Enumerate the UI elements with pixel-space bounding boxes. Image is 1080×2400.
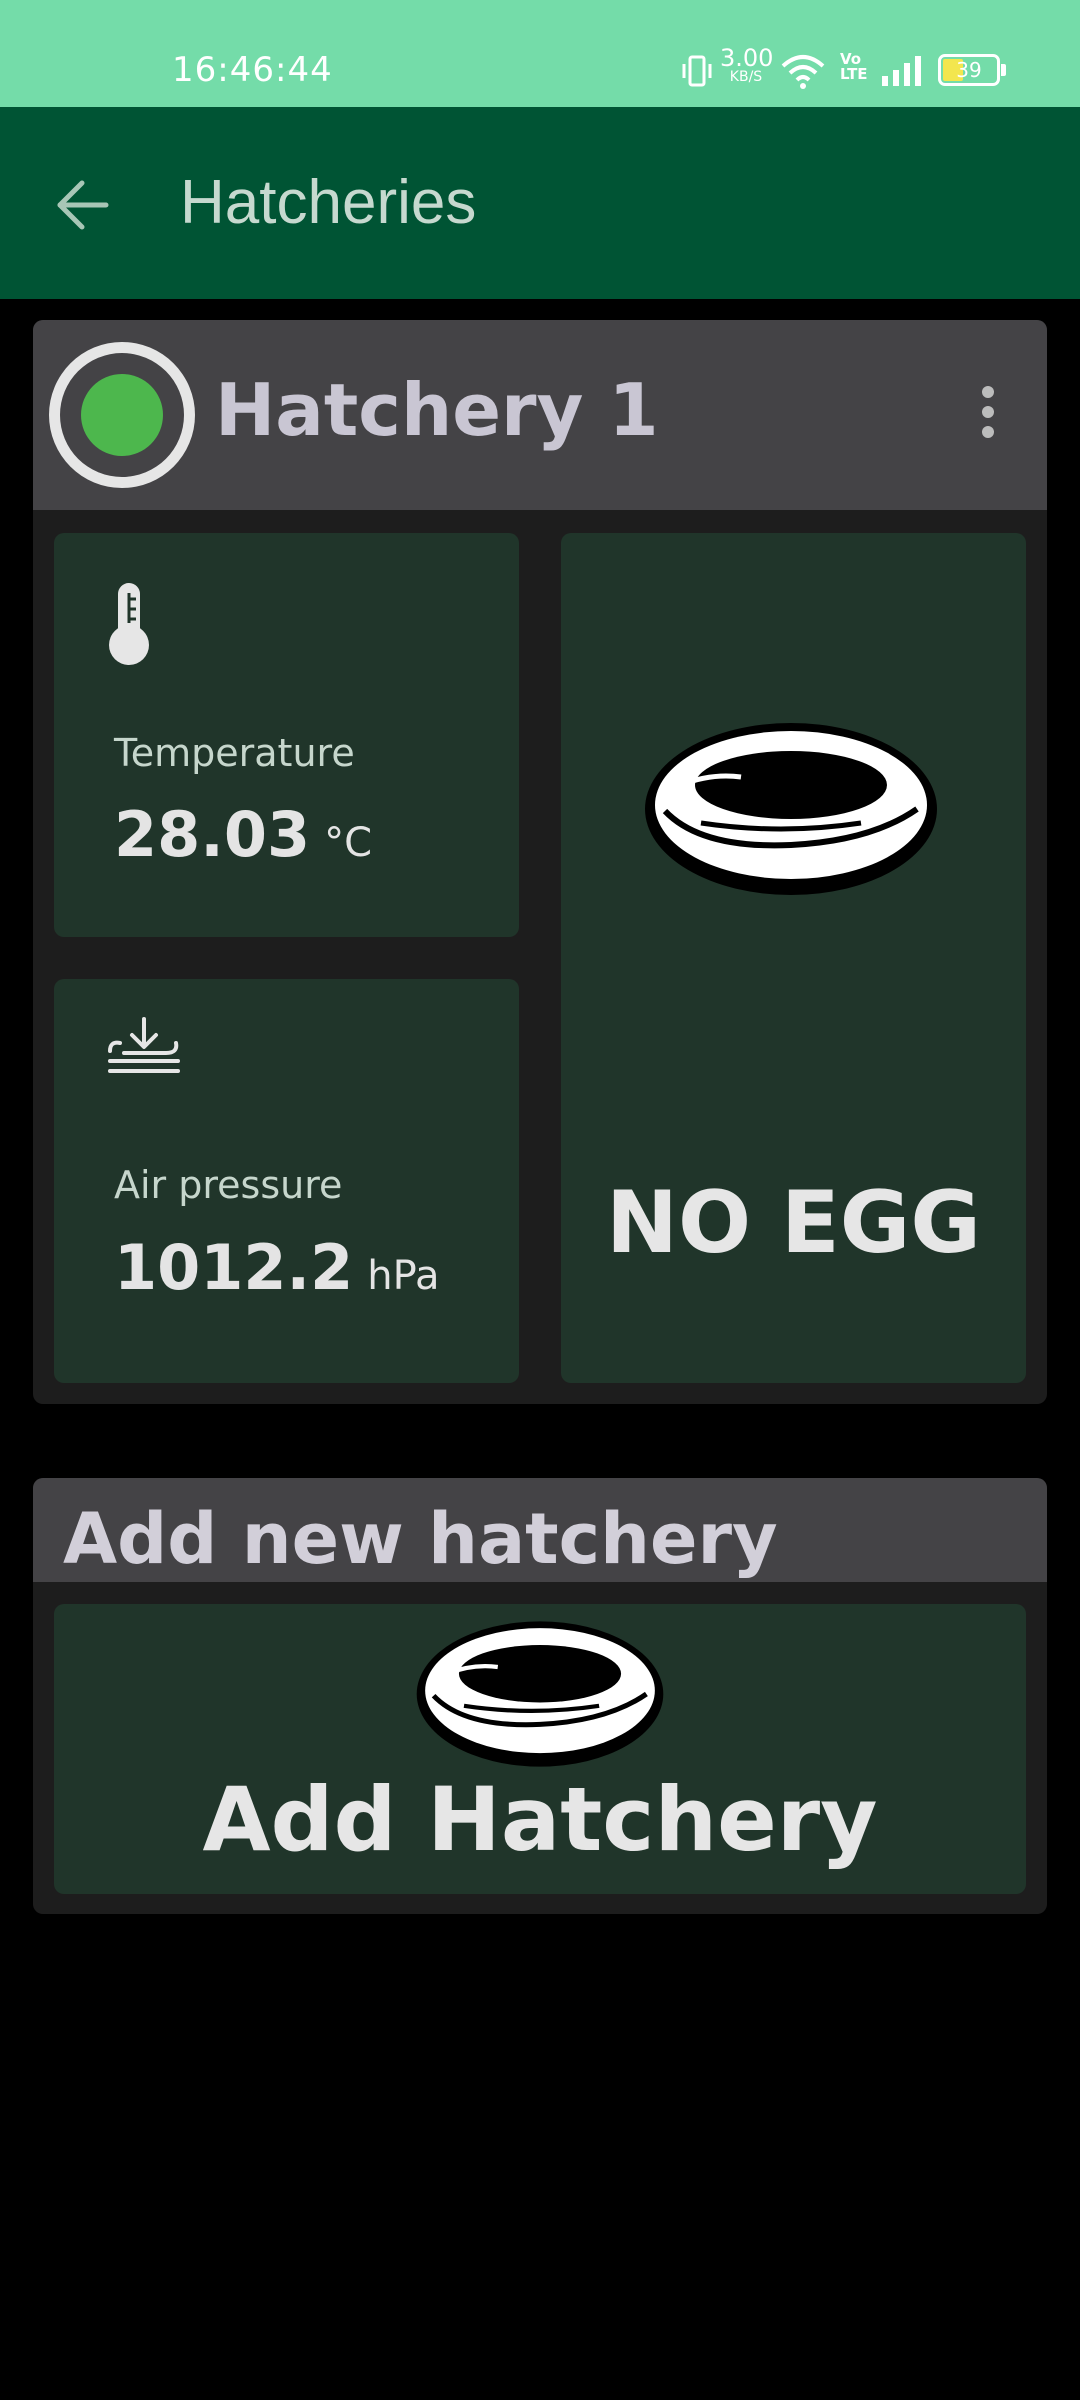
nest-icon bbox=[645, 723, 937, 895]
temperature-label: Temperature bbox=[114, 731, 355, 775]
hatchery-card-header: Hatchery 1 bbox=[33, 320, 1047, 510]
temperature-value: 28.03 °C bbox=[114, 798, 373, 871]
egg-status-text: NO EGG bbox=[606, 1173, 981, 1273]
status-indicator bbox=[49, 342, 195, 488]
vibrate-icon bbox=[682, 55, 712, 87]
app-bar: Hatcheries bbox=[0, 107, 1080, 299]
back-button[interactable] bbox=[52, 173, 116, 237]
air-pressure-value: 1012.2 hPa bbox=[114, 1231, 440, 1304]
egg-status-tile[interactable]: NO EGG bbox=[561, 533, 1026, 1383]
status-dot bbox=[81, 374, 163, 456]
air-pressure-unit: hPa bbox=[367, 1253, 440, 1299]
temperature-tile: Temperature 28.03 °C bbox=[54, 533, 519, 937]
air-pressure-tile: Air pressure 1012.2 hPa bbox=[54, 979, 519, 1383]
temperature-unit: °C bbox=[324, 820, 373, 866]
page-title: Hatcheries bbox=[180, 168, 477, 237]
signal-icon bbox=[882, 56, 921, 86]
status-time: 16:46:44 bbox=[172, 50, 333, 90]
add-hatchery-button[interactable]: Add Hatchery bbox=[54, 1604, 1026, 1894]
status-bar: 16:46:44 3.00 KB/S Vo LTE 39 bbox=[0, 0, 1080, 107]
add-hatchery-label: Add Hatchery bbox=[202, 1768, 878, 1871]
more-options-button[interactable] bbox=[973, 386, 1003, 446]
air-pressure-label: Air pressure bbox=[114, 1163, 343, 1207]
arrow-left-icon bbox=[57, 180, 109, 230]
battery-icon: 39 bbox=[938, 54, 1006, 86]
add-hatchery-header: Add new hatchery bbox=[33, 1478, 1047, 1582]
pressure-icon bbox=[108, 1017, 180, 1073]
wifi-icon bbox=[781, 55, 825, 89]
network-speed: 3.00 KB/S bbox=[720, 44, 774, 85]
hatchery-name: Hatchery 1 bbox=[215, 368, 659, 452]
thermometer-icon bbox=[109, 583, 149, 665]
hatchery-card[interactable]: Hatchery 1 Temperature 28.03 °C Air press… bbox=[33, 320, 1047, 1404]
add-hatchery-card: Add new hatchery Add Hatchery bbox=[33, 1478, 1047, 1914]
volte-icon: Vo LTE bbox=[840, 50, 868, 83]
add-hatchery-title: Add new hatchery bbox=[63, 1498, 778, 1580]
nest-icon bbox=[416, 1621, 664, 1767]
more-vertical-icon bbox=[973, 386, 1003, 438]
